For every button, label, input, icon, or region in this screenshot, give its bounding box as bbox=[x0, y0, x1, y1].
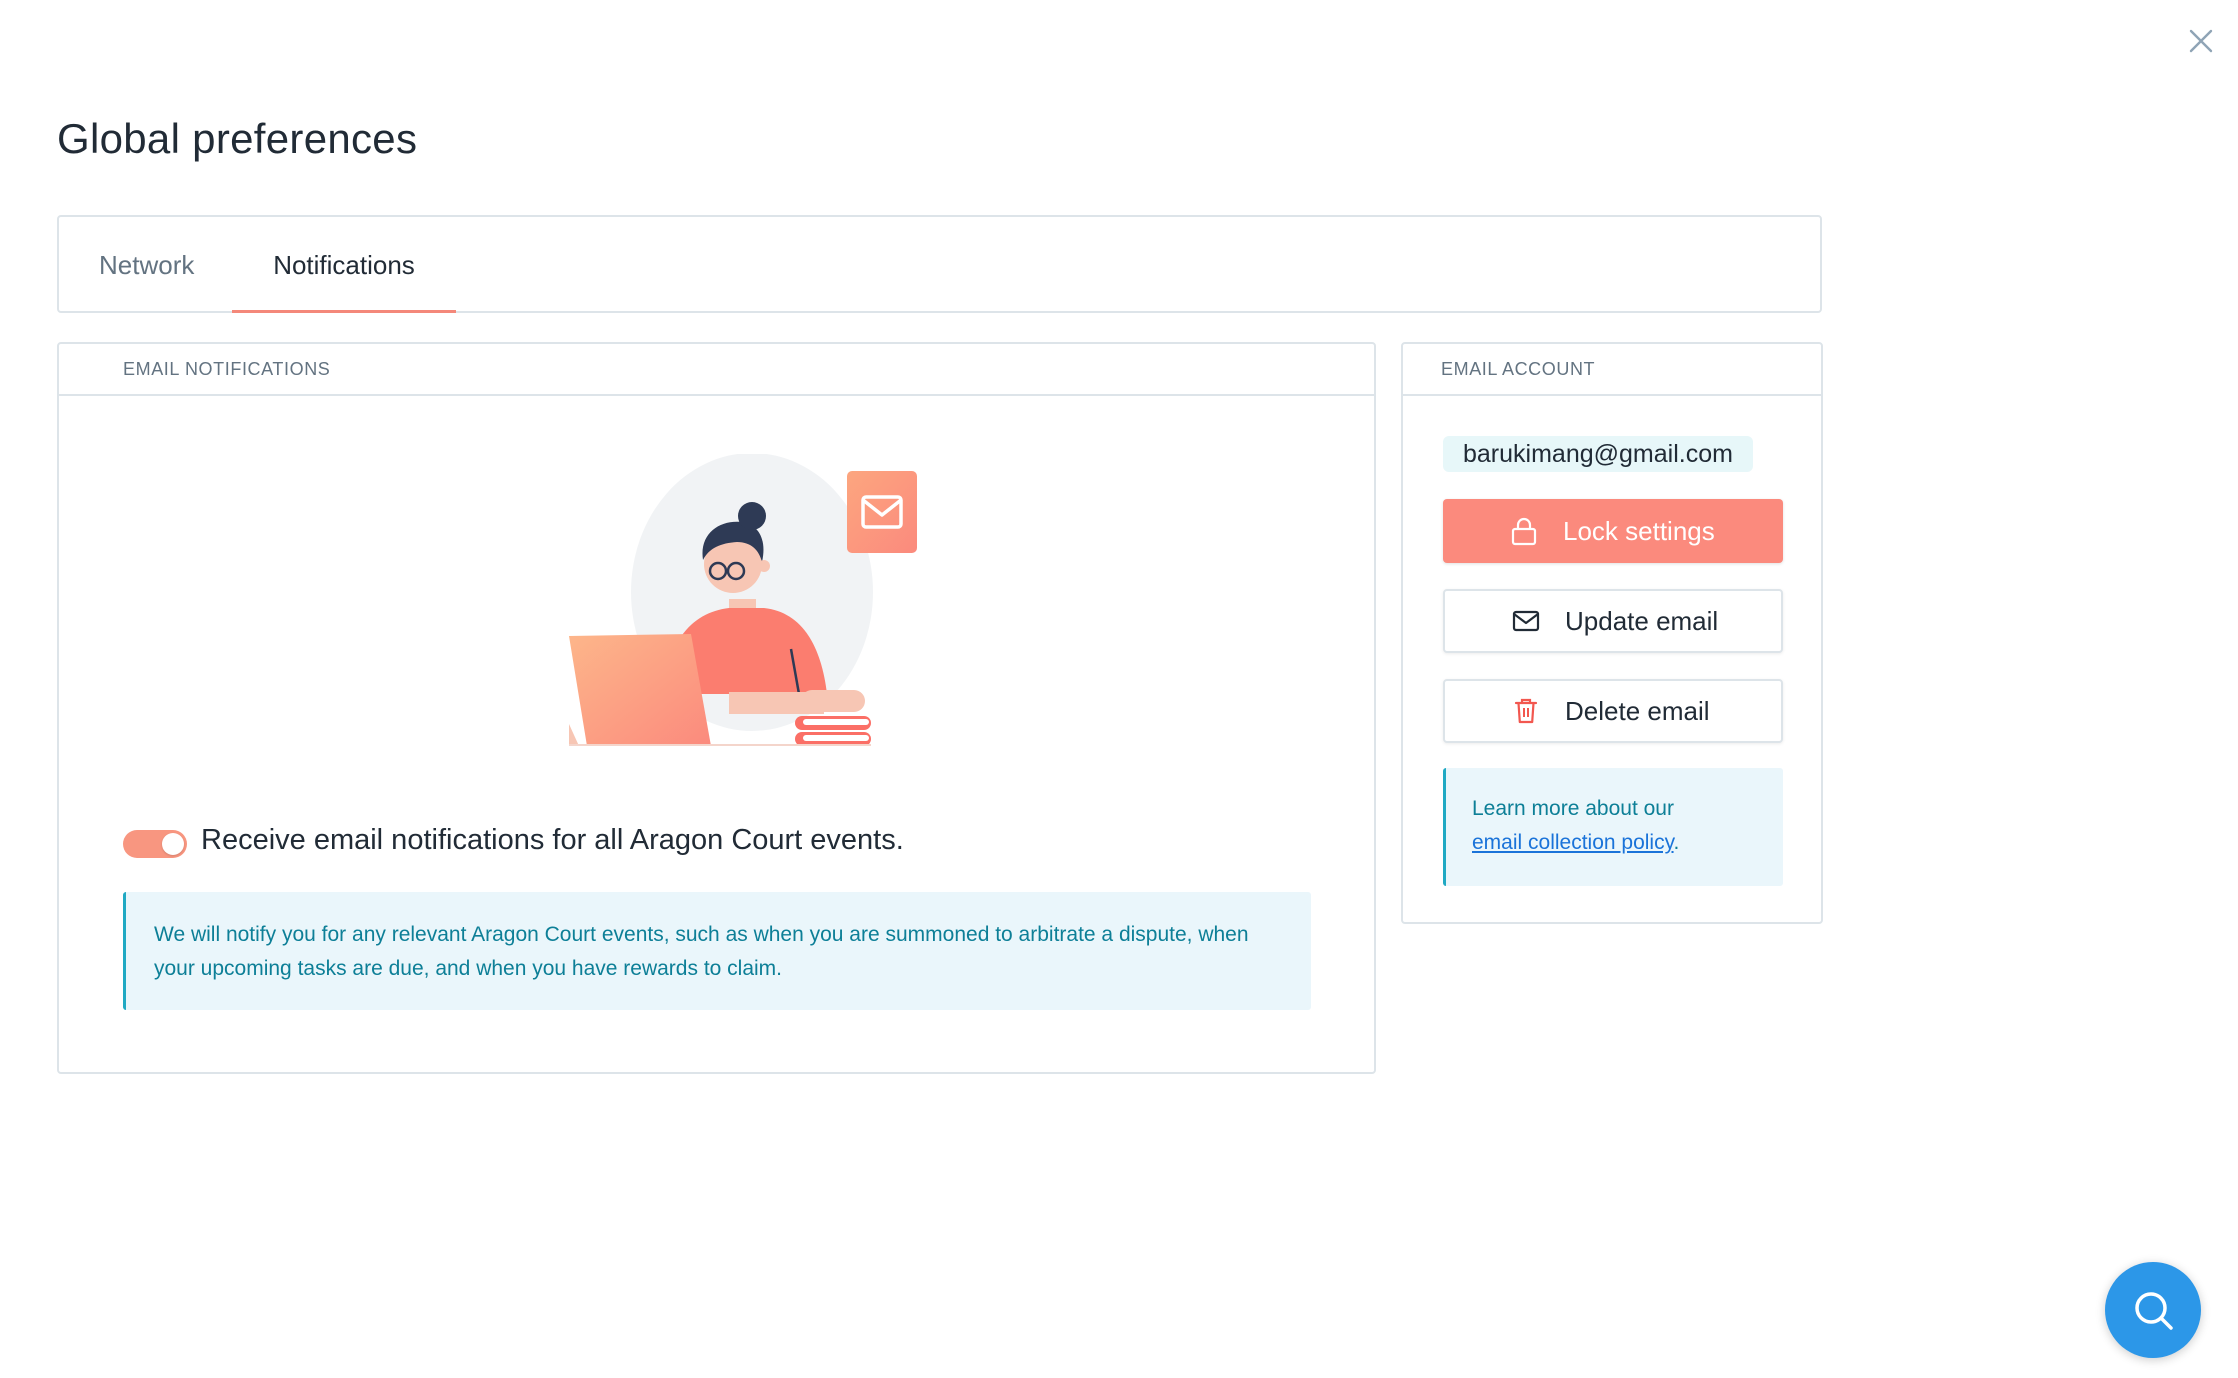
email-notifications-toggle-label: Receive email notifications for all Arag… bbox=[201, 824, 904, 856]
tab-network[interactable]: Network bbox=[99, 217, 194, 313]
policy-prefix-text: Learn more about our bbox=[1472, 797, 1674, 820]
close-icon bbox=[2189, 29, 2213, 53]
toggle-knob bbox=[162, 833, 184, 855]
email-account-heading: EMAIL ACCOUNT bbox=[1441, 359, 1596, 379]
lock-settings-label: Lock settings bbox=[1563, 515, 1715, 546]
notifications-info-box: We will notify you for any relevant Arag… bbox=[123, 892, 1311, 1010]
email-notifications-panel: EMAIL NOTIFICATIONS Receive email notifi… bbox=[57, 342, 1376, 1074]
trash-icon bbox=[1511, 696, 1541, 726]
policy-suffix-text: . bbox=[1673, 831, 1680, 854]
help-search-button[interactable] bbox=[2105, 1262, 2201, 1358]
email-notifications-toggle[interactable] bbox=[123, 830, 187, 858]
email-account-panel: EMAIL ACCOUNT barukimang@gmail.com Lock … bbox=[1401, 342, 1823, 924]
email-notifications-header: EMAIL NOTIFICATIONS bbox=[59, 344, 1374, 396]
delete-email-button[interactable]: Delete email bbox=[1443, 679, 1783, 743]
email-notifications-heading: EMAIL NOTIFICATIONS bbox=[123, 359, 331, 379]
mail-icon bbox=[1511, 606, 1541, 636]
tabs-bar: Network Notifications bbox=[57, 215, 1822, 313]
update-email-label: Update email bbox=[1565, 605, 1719, 636]
tab-notifications[interactable]: Notifications bbox=[232, 217, 456, 313]
email-policy-info-box: Learn more about our email collection po… bbox=[1443, 768, 1783, 886]
email-address-chip: barukimang@gmail.com bbox=[1443, 436, 1753, 472]
search-help-icon bbox=[2135, 1292, 2173, 1330]
email-collection-policy-link[interactable]: email collection policy bbox=[1472, 831, 1674, 854]
page-title: Global preferences bbox=[57, 115, 418, 162]
update-email-button[interactable]: Update email bbox=[1443, 589, 1783, 653]
email-account-header: EMAIL ACCOUNT bbox=[1403, 344, 1821, 396]
close-button[interactable] bbox=[2186, 26, 2216, 56]
lock-settings-button[interactable]: Lock settings bbox=[1443, 499, 1783, 563]
lock-icon bbox=[1509, 516, 1539, 546]
active-tab-indicator bbox=[232, 310, 456, 313]
notification-illustration bbox=[569, 454, 917, 746]
delete-email-label: Delete email bbox=[1565, 695, 1710, 726]
